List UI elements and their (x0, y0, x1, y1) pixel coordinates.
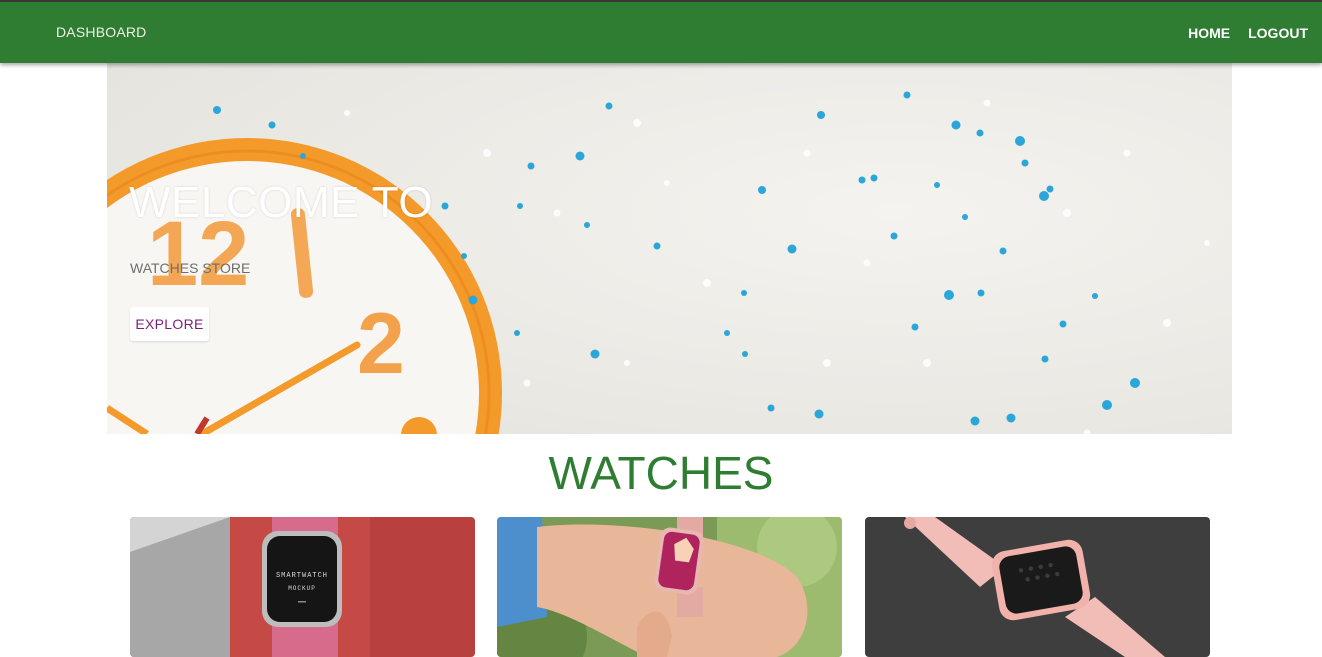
hero-clock-image: 12 2 (107, 63, 1232, 434)
hero-title: WELCOME TO (129, 178, 434, 227)
product-image (865, 517, 1210, 657)
hero-banner: 12 2 WELCOME TO WATCHES STORE EXPLORE (107, 63, 1232, 434)
product-screen-text: MOCKUP (288, 585, 316, 592)
product-image (497, 517, 842, 657)
explore-button[interactable]: EXPLORE (130, 307, 209, 341)
product-image: SMARTWATCH MOCKUP (130, 517, 475, 657)
product-card[interactable]: SMARTWATCH MOCKUP (130, 517, 475, 657)
home-link[interactable]: HOME (1188, 25, 1230, 41)
hero-subtitle: WATCHES STORE (130, 260, 251, 276)
product-card[interactable] (865, 517, 1210, 657)
watches-section-title: WATCHES (548, 447, 774, 499)
navbar: DASHBOARD HOME LOGOUT (0, 2, 1322, 63)
dashboard-link[interactable]: DASHBOARD (56, 2, 146, 63)
nav-links: HOME LOGOUT (1188, 2, 1308, 63)
svg-text:2: 2 (357, 296, 405, 392)
product-screen-text: SMARTWATCH (276, 572, 328, 580)
logout-link[interactable]: LOGOUT (1248, 25, 1308, 41)
product-card[interactable] (497, 517, 842, 657)
